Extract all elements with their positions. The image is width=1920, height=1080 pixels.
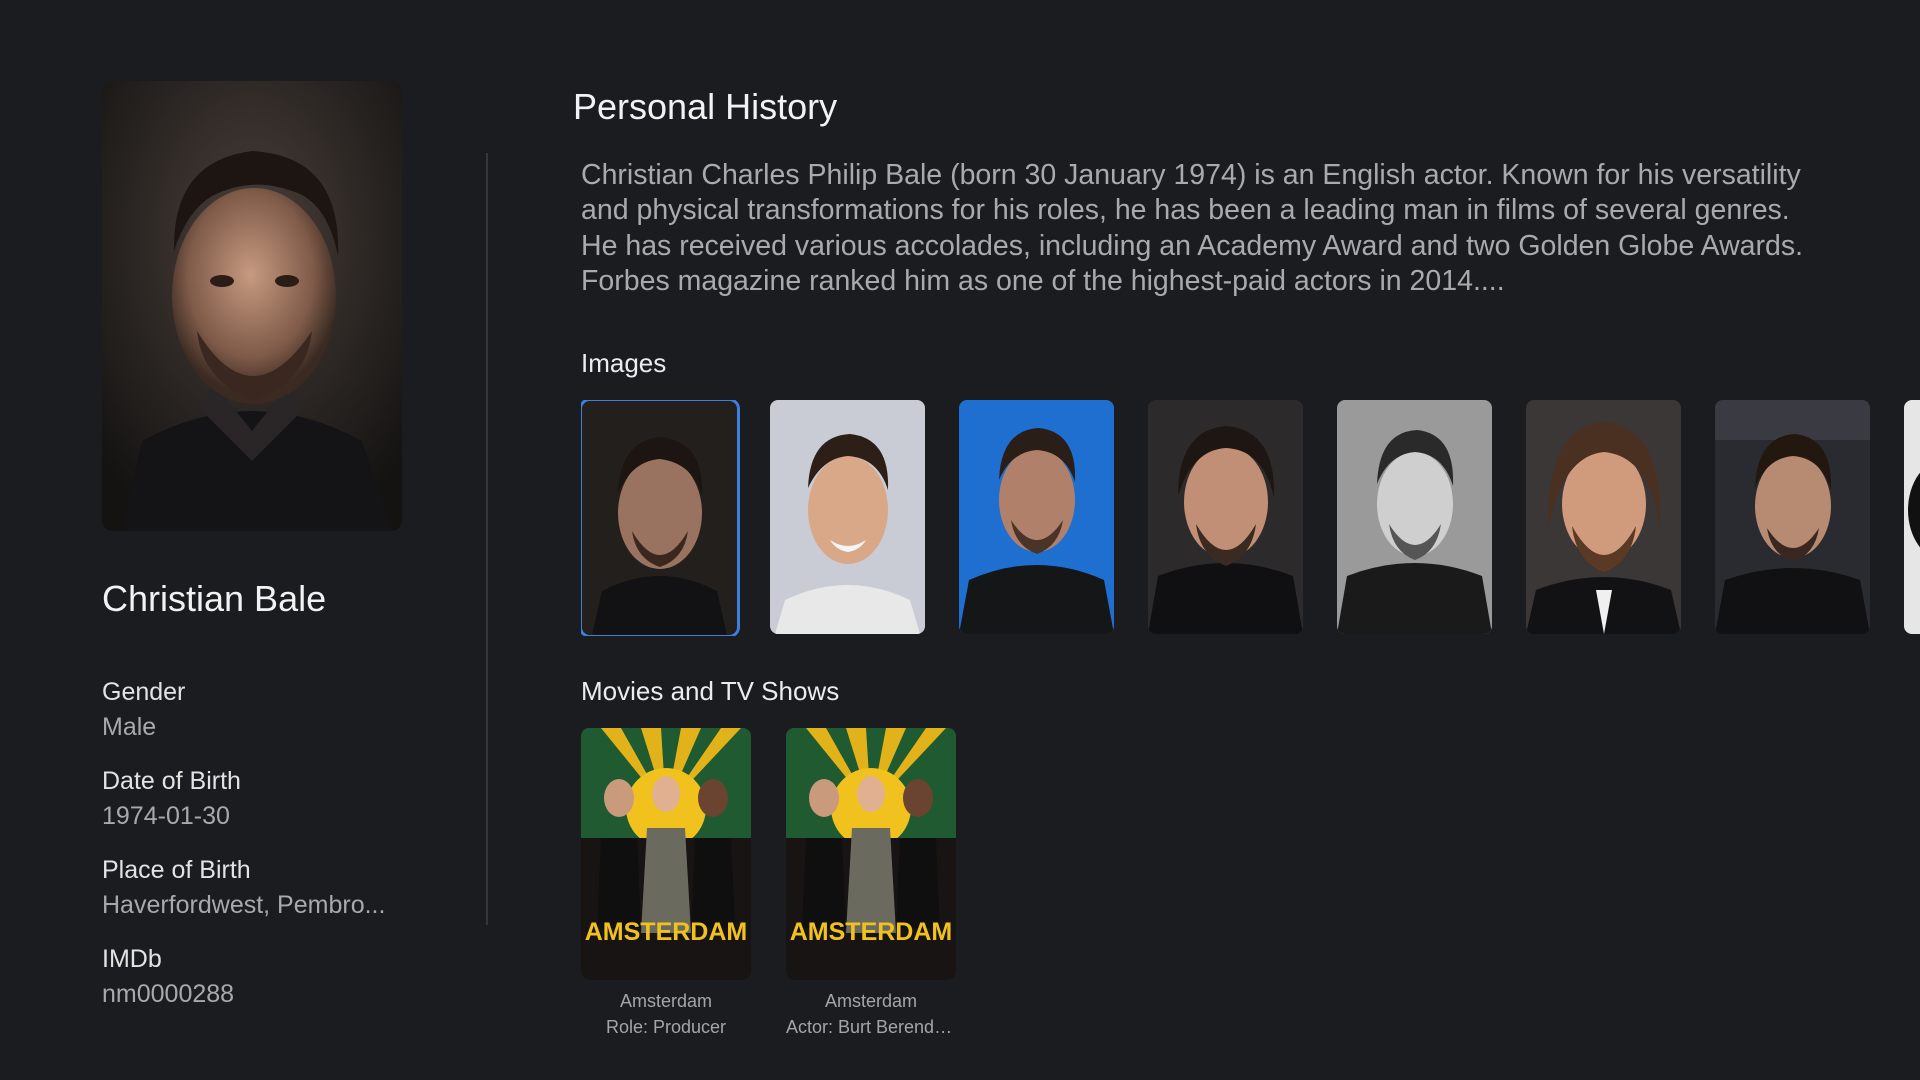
fact-label: IMDb [102,945,162,973]
image-thumbnail[interactable] [1715,400,1870,634]
image-thumbnail[interactable] [770,400,925,634]
movie-role: Role: Producer [605,1017,727,1037]
movie-title: Amsterdam [619,991,713,1011]
images-row-title: Images [581,348,667,378]
movies-row: AMSTERDAM Amsterdam Role: Producer AMSTE… [581,728,1181,1048]
movie-poster: AMSTERDAM [786,728,956,980]
image-thumbnail[interactable] [959,400,1114,634]
biography-text[interactable]: Christian Charles Philip Bale (born 30 J… [581,158,1811,299]
images-row [581,400,1920,636]
personal-history-title: Personal History [573,86,838,127]
movie-card[interactable]: AMSTERDAM Amsterdam Role: Producer [581,728,751,1040]
poster-title-text: AMSTERDAM [585,918,748,946]
image-thumbnail[interactable] [582,401,737,635]
fact-imdb: IMDb nm0000288 [102,943,402,1032]
fact-date-of-birth: Date of Birth 1974-01-30 [102,765,402,854]
column-divider [486,153,488,925]
movie-role: Actor: Burt Berends... [786,1017,956,1037]
fact-value: Male [102,713,157,741]
movie-card[interactable]: AMSTERDAM Amsterdam Actor: Burt Berends.… [786,728,956,1040]
fact-label: Place of Birth [102,856,251,884]
profile-photo [102,81,402,531]
image-thumbnail[interactable] [1526,400,1681,634]
poster-title-text: AMSTERDAM [790,918,953,946]
movie-poster: AMSTERDAM [581,728,751,980]
portrait-image [102,81,402,531]
fact-place-of-birth: Place of Birth Haverfordwest, Pembro... [102,854,402,943]
image-thumbnail[interactable] [1904,400,1920,634]
fact-value: 1974-01-30 [102,802,230,830]
facts-list: Gender Male Date of Birth 1974-01-30 Pla… [102,676,402,1032]
movie-title: Amsterdam [824,991,918,1011]
image-thumbnail[interactable] [1148,400,1303,634]
fact-value: Haverfordwest, Pembro... [102,891,386,919]
fact-gender: Gender Male [102,676,402,765]
image-thumbnail[interactable] [1337,400,1492,634]
person-detail-screen: Christian Bale Gender Male Date of Birth… [0,0,1920,1080]
movies-row-title: Movies and TV Shows [581,676,840,706]
fact-value: nm0000288 [102,980,235,1008]
fact-label: Date of Birth [102,767,241,795]
actor-name: Christian Bale [102,578,327,619]
fact-label: Gender [102,678,186,706]
